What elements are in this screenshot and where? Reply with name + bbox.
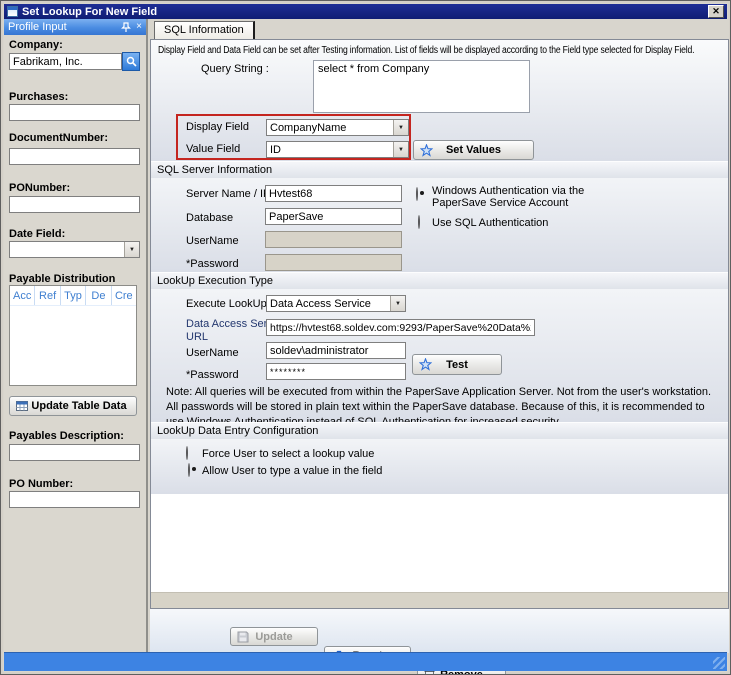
search-icon	[126, 56, 137, 67]
sql-username-label: UserName	[186, 235, 239, 247]
po-number-input[interactable]	[9, 491, 140, 508]
grid-col-acc[interactable]: Acc	[10, 286, 35, 305]
pin-icon[interactable]	[121, 22, 131, 33]
lookup-password-input[interactable]	[266, 363, 406, 380]
value-field-label: Value Field	[186, 143, 240, 155]
purchases-label: Purchases:	[9, 91, 68, 103]
lookup-execution-body: Execute LookUp At Data Access Service ▼ …	[151, 289, 728, 422]
payables-description-label: Payables Description:	[9, 430, 124, 442]
allow-type-label: Allow User to type a value in the field	[202, 465, 382, 477]
sql-username-input	[265, 231, 402, 248]
star-icon	[419, 358, 432, 371]
panel-close-icon[interactable]: ×	[136, 22, 142, 32]
ponumber-input[interactable]	[9, 196, 140, 213]
dialog-window: Set Lookup For New Field ✕ Profile Input…	[0, 0, 731, 675]
execute-lookup-dropdown[interactable]: Data Access Service ▼	[266, 295, 406, 312]
star-icon	[420, 144, 433, 157]
chevron-down-icon[interactable]: ▼	[124, 242, 139, 257]
display-field-value: CompanyName	[267, 122, 393, 134]
grid-col-typ[interactable]: Typ	[61, 286, 86, 305]
server-name-input[interactable]	[265, 185, 402, 202]
sql-information-panel: Display Field and Data Field can be set …	[150, 39, 729, 609]
search-button[interactable]	[122, 52, 140, 71]
profile-input-header: Profile Input ×	[4, 19, 146, 35]
data-access-url-input[interactable]	[266, 319, 535, 336]
payable-distribution-grid: Acc Ref Typ De Cre	[9, 285, 137, 386]
title-bar[interactable]: Set Lookup For New Field ✕	[4, 4, 727, 19]
grid-col-de[interactable]: De	[86, 286, 111, 305]
documentnumber-label: DocumentNumber:	[9, 132, 108, 144]
resize-grip[interactable]	[713, 657, 725, 669]
company-input[interactable]	[9, 53, 122, 70]
sql-server-info-header: SQL Server Information	[151, 161, 728, 178]
query-string-label: Query String :	[201, 63, 269, 75]
set-values-button[interactable]: Set Values	[413, 140, 534, 160]
po-number-label: PO Number:	[9, 478, 73, 490]
value-field-dropdown[interactable]: ID ▼	[266, 141, 409, 158]
grid-col-ref[interactable]: Ref	[35, 286, 60, 305]
sql-auth-label: Use SQL Authentication	[432, 217, 548, 229]
lookup-password-label: *Password	[186, 369, 239, 381]
sql-server-info-body: Server Name / IP Database UserName *Pass…	[151, 178, 728, 272]
execute-lookup-value: Data Access Service	[267, 298, 390, 310]
date-field-dropdown[interactable]: ▼	[9, 241, 140, 258]
update-button[interactable]: Update	[230, 627, 318, 646]
value-field-value: ID	[267, 144, 393, 156]
display-field-label: Display Field	[186, 121, 249, 133]
allow-type-radio[interactable]	[188, 463, 190, 477]
database-input[interactable]	[265, 208, 402, 225]
company-label: Company:	[9, 39, 63, 51]
update-table-data-button[interactable]: Update Table Data	[9, 396, 137, 416]
windows-auth-label: Windows Authentication via the PaperSave…	[432, 185, 600, 209]
window-title: Set Lookup For New Field	[22, 6, 157, 18]
test-button[interactable]: Test	[412, 354, 502, 375]
sql-auth-radio[interactable]	[418, 215, 420, 229]
data-entry-header: LookUp Data Entry Configuration	[151, 422, 728, 439]
panel-bottom-strip	[151, 592, 728, 609]
sql-password-label: *Password	[186, 258, 239, 270]
profile-input-title: Profile Input	[8, 21, 67, 33]
main-area: SQL Information Display Field and Data F…	[150, 19, 729, 653]
description-text: Display Field and Data Field can be set …	[158, 45, 729, 56]
close-icon[interactable]: ✕	[708, 5, 724, 18]
footer-bar: Update ↺ Reset Remove	[150, 609, 729, 653]
lookup-username-label: UserName	[186, 347, 239, 359]
purchases-input[interactable]	[9, 104, 140, 121]
lookup-username-input[interactable]	[266, 342, 406, 359]
server-name-label: Server Name / IP	[186, 188, 270, 200]
date-field-label: Date Field:	[9, 228, 65, 240]
lookup-execution-header: LookUp Execution Type	[151, 272, 728, 289]
grid-col-cre[interactable]: Cre	[112, 286, 136, 305]
chevron-down-icon[interactable]: ▼	[393, 142, 408, 157]
force-select-radio[interactable]	[186, 446, 188, 460]
app-icon	[7, 6, 18, 17]
database-label: Database	[186, 212, 233, 224]
query-string-input[interactable]: select * from Company	[313, 60, 530, 113]
grid-header-row: Acc Ref Typ De Cre	[10, 286, 136, 306]
section-query: Display Field and Data Field can be set …	[151, 40, 728, 161]
force-select-label: Force User to select a lookup value	[202, 448, 374, 460]
save-icon	[237, 631, 249, 643]
sql-password-input	[265, 254, 402, 271]
status-bar	[4, 652, 727, 671]
payable-distribution-label: Payable Distribution	[9, 273, 115, 285]
display-field-dropdown[interactable]: CompanyName ▼	[266, 119, 409, 136]
chevron-down-icon[interactable]: ▼	[393, 120, 408, 135]
update-table-data-label: Update Table Data	[31, 400, 126, 412]
update-label: Update	[255, 631, 292, 643]
tab-sql-information[interactable]: SQL Information	[154, 21, 255, 39]
payables-description-input[interactable]	[9, 444, 140, 461]
table-icon	[16, 400, 28, 412]
chevron-down-icon[interactable]: ▼	[390, 296, 405, 311]
test-label: Test	[446, 359, 468, 371]
data-entry-body: Force User to select a lookup value Allo…	[151, 439, 728, 494]
set-values-label: Set Values	[446, 144, 501, 156]
documentnumber-input[interactable]	[9, 148, 140, 165]
ponumber-label: PONumber:	[9, 182, 70, 194]
profile-input-panel: Profile Input × Company: Purchases: Docu…	[4, 19, 148, 653]
windows-auth-radio[interactable]	[416, 187, 418, 201]
